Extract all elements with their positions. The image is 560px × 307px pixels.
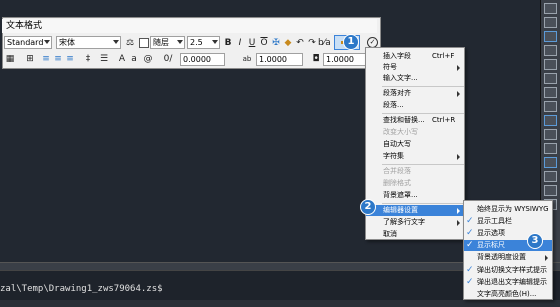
tool-icon[interactable] [544, 171, 557, 182]
tool-icon[interactable] [544, 45, 557, 56]
check-icon: ✓ [466, 228, 474, 238]
mtext-justify-icon[interactable]: ⊞ [24, 53, 36, 65]
tracking-input[interactable]: 1.0000 [256, 53, 303, 66]
menu-item-insert-field[interactable]: 插入字段 Ctrl+F [366, 51, 464, 62]
eraser-icon[interactable]: ◆ [282, 37, 294, 49]
lowercase-icon[interactable]: a [128, 53, 140, 65]
stack-icon[interactable]: b⁄a [318, 37, 331, 49]
undo-button[interactable]: ↶ [294, 37, 306, 49]
uppercase-icon[interactable]: A [116, 53, 128, 65]
menu-item-background-mask[interactable]: 背景遮罩... [366, 190, 464, 201]
menu-item-highlight-color[interactable]: 文字高亮颜色(H)... [464, 289, 552, 300]
numbering-icon[interactable]: ☰ [98, 53, 110, 65]
tool-icon[interactable] [544, 31, 557, 42]
tool-icon[interactable] [544, 101, 557, 112]
tool-icon[interactable] [544, 73, 557, 84]
font-select[interactable]: 宋体 [56, 36, 121, 49]
overline-button[interactable]: O [258, 37, 270, 49]
check-icon: ✓ [466, 277, 474, 287]
menu-item-find-replace[interactable]: 查找和替换... Ctrl+R [366, 115, 464, 126]
italic-button[interactable]: I [234, 37, 246, 49]
step-badge-1: 1 [343, 34, 359, 50]
line-spacing-icon[interactable]: ‡ [82, 53, 94, 65]
command-input[interactable] [0, 300, 560, 307]
context-menu: 插入字段 Ctrl+F 符号 输入文字... 段落对齐 段落... 查找和替换..… [365, 47, 465, 240]
tool-icon[interactable] [544, 59, 557, 70]
menu-separator [382, 164, 464, 165]
align-right-icon[interactable]: ≡ [64, 53, 76, 65]
menu-separator [382, 113, 464, 114]
check-icon: ✓ [466, 240, 474, 250]
insert-field-icon[interactable]: @ [142, 53, 154, 65]
menu-item-editor-settings[interactable]: 编辑器设置 [366, 205, 464, 216]
tool-icon[interactable] [544, 143, 557, 154]
tracking-icon: ab [242, 55, 252, 63]
menu-item-input-text[interactable]: 输入文字... [366, 73, 464, 84]
tool-icon[interactable] [544, 129, 557, 140]
menu-item-paragraph[interactable]: 段落... [366, 100, 464, 111]
annotative-icon[interactable]: ⚖ [124, 37, 136, 49]
bold-button[interactable]: B [222, 37, 234, 49]
check-icon: ✓ [466, 216, 474, 226]
tool-icon[interactable] [544, 157, 557, 168]
menu-item-remove-format[interactable]: 删除格式 [366, 178, 464, 189]
step-badge-3: 3 [527, 233, 543, 249]
align-center-icon[interactable]: ≡ [52, 53, 64, 65]
menu-item-paragraph-align[interactable]: 段落对齐 [366, 88, 464, 99]
menu-separator [382, 86, 464, 87]
menu-item-autocaps[interactable]: 自动大写 [366, 139, 464, 150]
align-left-icon[interactable]: ≡ [40, 53, 52, 65]
menu-separator [382, 203, 464, 204]
width-factor-input[interactable]: 1.0000 [323, 53, 370, 66]
tool-icon[interactable] [544, 115, 557, 126]
menu-item-learn-mtext[interactable]: 了解多行文字 [366, 217, 464, 228]
menu-item-symbol[interactable]: 符号 [366, 62, 464, 73]
menu-item-show-toolbar[interactable]: ✓ 显示工具栏 [464, 216, 552, 227]
command-history-line: zal\Temp\Drawing1_zws79064.zs$ [0, 284, 163, 294]
tool-icon[interactable] [544, 87, 557, 98]
menu-item-bg-transparency[interactable]: 背景透明度设置 [464, 252, 552, 263]
redo-button[interactable]: ↷ [306, 37, 318, 49]
tool-icon[interactable] [544, 185, 557, 196]
color-select[interactable]: 随层 [150, 36, 185, 49]
oblique-angle-input[interactable]: 0.0000 [180, 53, 225, 66]
underline-button[interactable]: U [246, 37, 258, 49]
menu-item-wysiwyg[interactable]: 始终显示为 WYSIWYG [464, 204, 552, 215]
columns-icon[interactable]: ▦ [4, 53, 16, 65]
style-select[interactable]: Standard [4, 36, 52, 49]
step-badge-2: 2 [360, 199, 376, 215]
tool-icon[interactable] [544, 3, 557, 14]
menu-item-combine-paragraphs[interactable]: 合并段落 [366, 166, 464, 177]
text-height-select[interactable]: 2.5 [187, 36, 220, 49]
tool-icon[interactable] [544, 17, 557, 28]
oblique-icon[interactable]: 0/ [162, 53, 174, 65]
toolbar-title: 文本格式 [2, 19, 377, 33]
strikethrough-icon[interactable]: ✠ [270, 37, 282, 49]
menu-item-style-switch-tip[interactable]: ✓ 弹出切换文字样式提示 [464, 265, 552, 276]
menu-item-cancel[interactable]: 取消 [366, 229, 464, 240]
menu-item-exit-edit-tip[interactable]: ✓ 弹出退出文字编辑提示 [464, 277, 552, 288]
check-icon: ✓ [466, 265, 474, 275]
editor-settings-submenu: 始终显示为 WYSIWYG ✓ 显示工具栏 ✓ 显示选项 ✓ 显示标尺 背景透明度设置… [463, 200, 553, 300]
color-swatch[interactable] [139, 38, 149, 48]
menu-item-change-case[interactable]: 改变大小写 [366, 127, 464, 138]
menu-item-charset[interactable]: 字符集 [366, 151, 464, 162]
width-factor-icon: ◘ [312, 54, 320, 64]
